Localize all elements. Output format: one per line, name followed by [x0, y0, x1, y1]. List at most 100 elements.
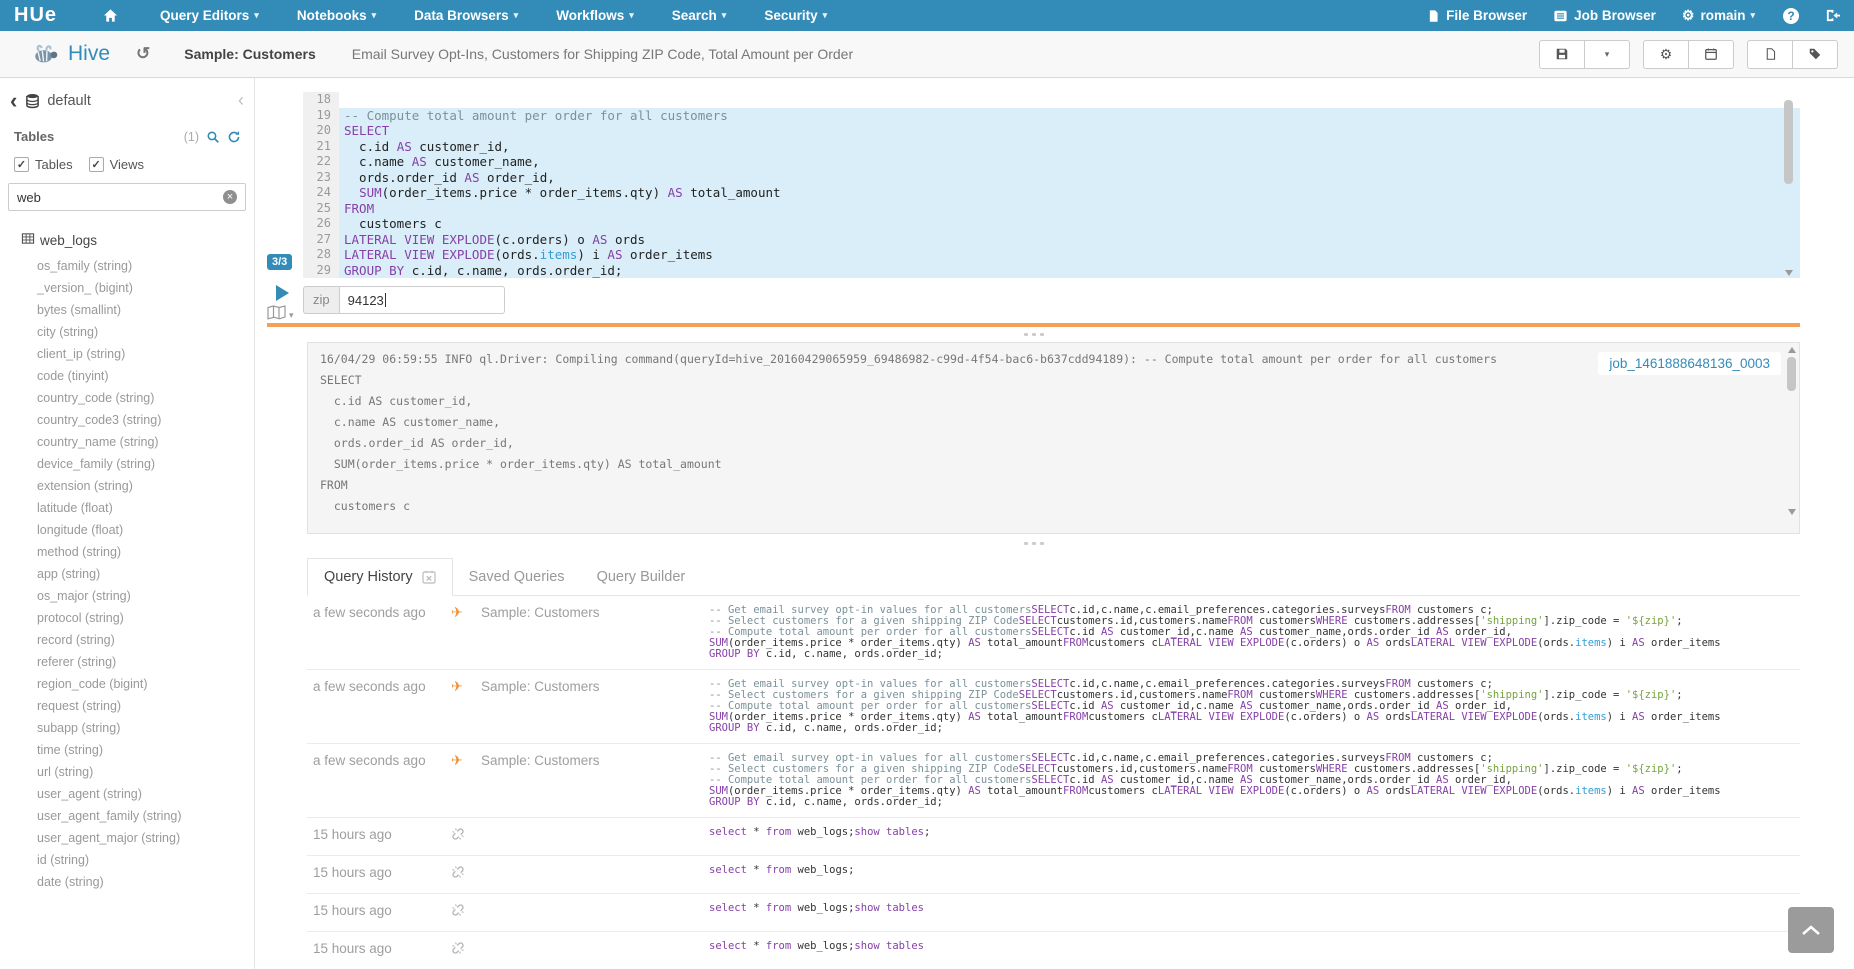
- collapse-panel-icon[interactable]: ‹: [238, 90, 244, 111]
- column-item[interactable]: extension (string): [37, 475, 254, 497]
- code-line[interactable]: 25 FROM: [303, 201, 1800, 217]
- code-line[interactable]: 28 LATERAL VIEW EXPLODE(ords.items) i AS…: [303, 247, 1800, 263]
- column-item[interactable]: country_name (string): [37, 431, 254, 453]
- settings-button[interactable]: ⚙: [1643, 40, 1689, 69]
- history-row[interactable]: 15 hours ago select * from web_logs;show…: [307, 818, 1800, 856]
- history-row[interactable]: a few seconds ago ✈ Sample: Customers --…: [307, 670, 1800, 744]
- database-name[interactable]: default: [47, 93, 91, 109]
- column-item[interactable]: method (string): [37, 541, 254, 563]
- table-item[interactable]: web_logs: [21, 232, 244, 248]
- resize-handle[interactable]: [267, 333, 1800, 336]
- history-tab[interactable]: Query Builder: [581, 558, 702, 596]
- column-item[interactable]: app (string): [37, 563, 254, 585]
- clear-search-icon[interactable]: ×: [223, 190, 237, 204]
- back-icon[interactable]: ‹: [10, 92, 17, 110]
- nav-menu-label: Security: [764, 8, 817, 23]
- schedule-button[interactable]: [1689, 40, 1734, 69]
- home-icon[interactable]: [103, 8, 118, 23]
- save-options-button[interactable]: ▾: [1585, 40, 1630, 69]
- clear-history-calendar-icon[interactable]: [422, 570, 436, 584]
- resize-handle[interactable]: [267, 542, 1800, 545]
- column-item[interactable]: id (string): [37, 849, 254, 871]
- scrollbar-thumb[interactable]: [1787, 357, 1796, 391]
- functions-browser-button[interactable]: ▾: [267, 305, 294, 325]
- history-row[interactable]: a few seconds ago ✈ Sample: Customers --…: [307, 744, 1800, 818]
- nav-menu-item[interactable]: Workflows ▾: [556, 8, 634, 23]
- save-button[interactable]: [1539, 40, 1585, 69]
- query-title[interactable]: Sample: Customers: [184, 46, 315, 62]
- column-item[interactable]: country_code3 (string): [37, 409, 254, 431]
- scrollbar-thumb[interactable]: [1784, 100, 1793, 184]
- nav-menu-item[interactable]: Data Browsers ▾: [414, 8, 518, 23]
- code-line[interactable]: 26 customers c: [303, 216, 1800, 232]
- new-query-button[interactable]: [1747, 40, 1793, 69]
- table-search-input[interactable]: web ×: [8, 183, 246, 211]
- column-item[interactable]: os_major (string): [37, 585, 254, 607]
- refresh-icon[interactable]: [227, 130, 241, 144]
- column-item[interactable]: referer (string): [37, 651, 254, 673]
- editor-scrollbar[interactable]: [1784, 94, 1794, 278]
- nav-menu-item[interactable]: Search ▾: [672, 8, 727, 23]
- user-menu[interactable]: ⚙ romain ▾: [1682, 7, 1755, 24]
- column-item[interactable]: subapp (string): [37, 717, 254, 739]
- column-item[interactable]: os_family (string): [37, 255, 254, 277]
- code-line[interactable]: 21 c.id AS customer_id,: [303, 139, 1800, 155]
- history-row[interactable]: 15 hours ago select * from web_logs;: [307, 856, 1800, 894]
- column-item[interactable]: city (string): [37, 321, 254, 343]
- column-item[interactable]: country_code (string): [37, 387, 254, 409]
- column-item[interactable]: date (string): [37, 871, 254, 893]
- column-item[interactable]: client_ip (string): [37, 343, 254, 365]
- column-item[interactable]: latitude (float): [37, 497, 254, 519]
- column-item[interactable]: longitude (float): [37, 519, 254, 541]
- scrollbar-up-arrow[interactable]: [1788, 347, 1796, 353]
- nav-menu-item[interactable]: Security ▾: [764, 8, 827, 23]
- scrollbar-down-arrow[interactable]: [1788, 509, 1796, 515]
- code-line[interactable]: 23 ords.order_id AS order_id,: [303, 170, 1800, 186]
- column-item[interactable]: time (string): [37, 739, 254, 761]
- job-browser-link[interactable]: Job Browser: [1553, 8, 1656, 23]
- column-item[interactable]: bytes (smallint): [37, 299, 254, 321]
- variable-value-input[interactable]: 94123: [339, 286, 505, 314]
- filter-checkbox[interactable]: ✓ Views: [89, 157, 144, 172]
- column-item[interactable]: _version_ (bigint): [37, 277, 254, 299]
- scroll-to-top-button[interactable]: [1788, 907, 1834, 953]
- history-row[interactable]: 15 hours ago select * from web_logs;show…: [307, 932, 1800, 969]
- hue-logo[interactable]: HUe: [14, 4, 57, 27]
- column-item[interactable]: url (string): [37, 761, 254, 783]
- sql-editor[interactable]: 3/3 ▾ 18 19 -- Compute total amount pe: [267, 92, 1800, 314]
- code-line[interactable]: 18: [303, 92, 1800, 108]
- column-item[interactable]: record (string): [37, 629, 254, 651]
- code-line[interactable]: 22 c.name AS customer_name,: [303, 154, 1800, 170]
- column-item[interactable]: user_agent (string): [37, 783, 254, 805]
- history-row[interactable]: a few seconds ago ✈ Sample: Customers --…: [307, 596, 1800, 670]
- code-line[interactable]: 24 SUM(order_items.price * order_items.q…: [303, 185, 1800, 201]
- column-item[interactable]: code (tinyint): [37, 365, 254, 387]
- code-line[interactable]: 20 SELECT: [303, 123, 1800, 139]
- code-line[interactable]: 29 GROUP BY c.id, c.name, ords.order_id;: [303, 263, 1800, 279]
- file-browser-link[interactable]: File Browser: [1427, 8, 1527, 23]
- execute-button[interactable]: [276, 285, 289, 301]
- column-item[interactable]: user_agent_family (string): [37, 805, 254, 827]
- nav-menu-item[interactable]: Notebooks ▾: [297, 8, 376, 23]
- filter-checkbox[interactable]: ✓ Tables: [14, 157, 73, 172]
- log-scrollbar[interactable]: [1787, 347, 1797, 515]
- search-icon[interactable]: [206, 130, 220, 144]
- history-row[interactable]: 15 hours ago select * from web_logs;show…: [307, 894, 1800, 932]
- logout-icon[interactable]: [1825, 8, 1840, 23]
- scrollbar-down-arrow[interactable]: [1785, 270, 1793, 276]
- code-line[interactable]: 27 LATERAL VIEW EXPLODE(c.orders) o AS o…: [303, 232, 1800, 248]
- column-item[interactable]: user_agent_major (string): [37, 827, 254, 849]
- code-line[interactable]: 19 -- Compute total amount per order for…: [303, 108, 1800, 124]
- help-icon[interactable]: ?: [1783, 8, 1799, 24]
- tags-button[interactable]: [1793, 40, 1838, 69]
- column-item[interactable]: region_code (bigint): [37, 673, 254, 695]
- history-tab[interactable]: Saved Queries: [453, 558, 581, 596]
- history-tab[interactable]: Query History: [307, 558, 453, 596]
- nav-menu-item[interactable]: Query Editors ▾: [160, 8, 259, 23]
- column-item[interactable]: request (string): [37, 695, 254, 717]
- column-item[interactable]: protocol (string): [37, 607, 254, 629]
- job-link[interactable]: job_1461888648136_0003: [1598, 352, 1781, 375]
- app-name[interactable]: Hive: [68, 42, 110, 66]
- query-history-icon[interactable]: ↺: [136, 44, 150, 64]
- column-item[interactable]: device_family (string): [37, 453, 254, 475]
